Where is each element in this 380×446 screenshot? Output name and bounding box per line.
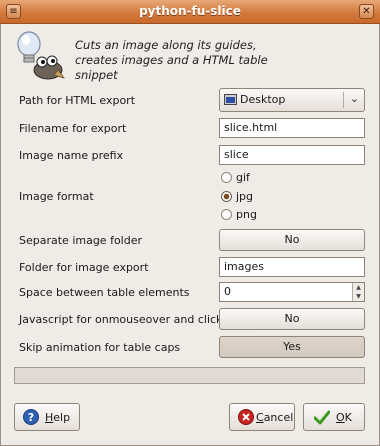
- radio-indicator: [221, 191, 232, 202]
- svg-text:?: ?: [28, 411, 34, 424]
- prefix-input[interactable]: slice: [219, 145, 365, 165]
- cancel-icon: [238, 409, 254, 425]
- spacing-spinbutton[interactable]: 0 ▲ ▼: [219, 282, 365, 302]
- format-option-label: jpg: [236, 190, 254, 203]
- ok-label: OK: [336, 411, 352, 424]
- cancel-button[interactable]: Cancel: [229, 403, 295, 431]
- close-window-button[interactable]: ✕: [359, 4, 374, 19]
- spin-arrows-icon[interactable]: ▲ ▼: [352, 283, 364, 301]
- progress-bar: [14, 367, 365, 384]
- spacing-label: Space between table elements: [19, 286, 190, 299]
- javascript-toggle[interactable]: No: [219, 308, 365, 330]
- radio-indicator: [221, 209, 232, 220]
- format-label: Image format: [19, 190, 94, 203]
- html-path-label: Path for HTML export: [19, 94, 136, 107]
- chevron-down-icon: ⌄: [349, 92, 359, 105]
- plugin-lightbulb-icon: [17, 31, 66, 80]
- format-option-label: gif: [236, 171, 250, 184]
- ok-button[interactable]: OK: [303, 403, 365, 431]
- filename-label: Filename for export: [19, 122, 127, 135]
- plugin-description: Cuts an image along its guides, creates …: [75, 38, 268, 82]
- help-button[interactable]: ? Help: [14, 403, 80, 431]
- format-option-label: png: [236, 208, 257, 221]
- title-bar: ≡ python-fu-slice ✕: [0, 0, 380, 24]
- html-path-value: Desktop: [240, 93, 286, 106]
- separate-folder-label: Separate image folder: [19, 234, 143, 247]
- cancel-label: Cancel: [256, 411, 294, 424]
- desktop-folder-icon: [224, 94, 237, 105]
- filename-input[interactable]: slice.html: [219, 118, 365, 138]
- separate-folder-toggle[interactable]: No: [219, 229, 365, 251]
- javascript-label: Javascript for onmouseover and clicked: [19, 313, 236, 326]
- radio-indicator: [221, 172, 232, 183]
- window-title: python-fu-slice: [139, 4, 241, 18]
- image-folder-label: Folder for image export: [19, 261, 149, 274]
- image-folder-input[interactable]: images: [219, 257, 365, 277]
- spacing-value: 0: [224, 285, 231, 298]
- skip-animation-label: Skip animation for table caps: [19, 341, 181, 354]
- help-icon: ?: [23, 409, 39, 425]
- ok-checkmark-icon: [314, 410, 330, 425]
- combo-separator: [343, 92, 344, 108]
- help-label: Help: [45, 411, 71, 424]
- html-path-combo[interactable]: Desktop ⌄: [219, 88, 365, 112]
- skip-animation-toggle[interactable]: Yes: [219, 336, 365, 358]
- prefix-label: Image name prefix: [19, 149, 124, 162]
